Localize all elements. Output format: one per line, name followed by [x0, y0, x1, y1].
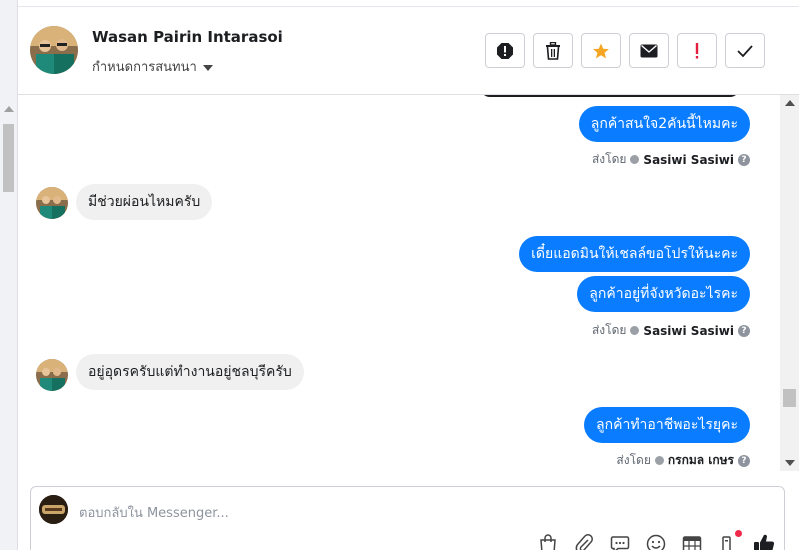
paperclip-icon: [575, 534, 593, 550]
outgoing-message[interactable]: ลูกค้าอยู่ที่จังหวัดอะไรคะ: [577, 276, 750, 312]
sender-name: Sasiwi Sasiwi: [643, 323, 734, 338]
composer-toolbar: [537, 530, 775, 550]
mail-icon: [640, 44, 658, 57]
left-panel-scrollbar[interactable]: [0, 0, 18, 550]
sender-name: Sasiwi Sasiwi: [643, 152, 734, 167]
mark-done-button[interactable]: [725, 33, 765, 68]
card-icon: [722, 536, 731, 550]
chat-bubble-icon: [610, 536, 630, 550]
avatar[interactable]: [30, 26, 78, 74]
outgoing-message[interactable]: ลูกค้าสนใจ2คันนี้ไหมคะ: [578, 106, 750, 142]
outgoing-message[interactable]: ลูกค้าทำอาชีพอะไรยุคะ: [584, 407, 750, 443]
mark-unread-button[interactable]: [629, 33, 669, 68]
mark-spam-button[interactable]: [485, 33, 525, 68]
shop-bag-button[interactable]: [537, 533, 559, 550]
delete-button[interactable]: [533, 33, 573, 68]
scrollbar-thumb[interactable]: [3, 124, 14, 192]
attach-button[interactable]: [573, 533, 595, 550]
assign-conversation-dropdown[interactable]: กำหนดการสนทนา: [92, 56, 213, 77]
saved-replies-button[interactable]: [609, 533, 631, 550]
sent-by-label: ส่งโดย: [616, 453, 651, 467]
incoming-message[interactable]: อยู่อุดรครับแต่ทำงานอยู่ชลบุรีครับ: [76, 354, 304, 390]
flag-important-button[interactable]: [677, 33, 717, 68]
reply-composer[interactable]: ตอบกลับใน Messenger...: [30, 486, 785, 550]
help-icon[interactable]: ?: [738, 153, 750, 166]
sent-by-label: ส่งโดย: [591, 152, 627, 166]
avatar[interactable]: [36, 359, 68, 391]
scroll-up-arrow-icon[interactable]: [785, 100, 795, 106]
sent-by-label: ส่งโดย: [591, 323, 627, 337]
smiley-icon: [646, 534, 666, 550]
exclamation-icon: [695, 42, 699, 58]
sender-status-icon: [630, 326, 640, 335]
notification-dot: [735, 530, 742, 537]
thumbs-up-icon: [754, 534, 775, 550]
outgoing-message[interactable]: เดี๋ยแอดมินให้เชลล์ขอโปรให้นะคะ: [519, 236, 750, 272]
trash-icon: [546, 41, 560, 60]
star-icon: [593, 43, 609, 58]
contact-name[interactable]: Wasan Pairin Intarasoi: [92, 28, 283, 46]
message-scrollbar[interactable]: [780, 95, 799, 471]
spam-icon: [497, 42, 513, 59]
help-icon[interactable]: ?: [738, 454, 750, 467]
sent-by-info: ส่งโดย Sasiwi Sasiwi ?: [592, 321, 750, 340]
sender-status-icon: [654, 456, 664, 465]
sender-status-icon: [630, 155, 640, 164]
scrollbar-thumb[interactable]: [783, 389, 796, 407]
sender-name: กรกมล เกษร: [667, 453, 734, 467]
like-button[interactable]: [753, 533, 775, 550]
appointment-button[interactable]: [681, 533, 703, 550]
message-bubble-partial: [480, 95, 740, 97]
caret-down-icon: [202, 64, 213, 71]
sent-by-info: ส่งโดย กรกมล เกษร ?: [616, 451, 750, 470]
reply-input[interactable]: ตอบกลับใน Messenger...: [79, 502, 229, 523]
help-icon[interactable]: ?: [738, 324, 750, 337]
page-avatar: [39, 495, 68, 524]
avatar[interactable]: [36, 187, 68, 219]
incoming-message[interactable]: มีช่วยผ่อนไหมครับ: [76, 184, 213, 220]
payment-button[interactable]: [717, 530, 742, 550]
shopping-bag-icon: [540, 534, 556, 550]
scroll-down-arrow-icon[interactable]: [785, 460, 795, 466]
assign-conversation-label: กำหนดการสนทนา: [92, 60, 197, 75]
message-thread[interactable]: ลูกค้าสนใจ2คันนี้ไหมคะ ส่งโดย Sasiwi Sas…: [18, 95, 780, 471]
check-icon: [737, 44, 753, 57]
emoji-button[interactable]: [645, 533, 667, 550]
calendar-icon: [682, 536, 702, 550]
star-button[interactable]: [581, 33, 621, 68]
sent-by-info: ส่งโดย Sasiwi Sasiwi ?: [592, 150, 750, 169]
conversation-header: Wasan Pairin Intarasoi กำหนดการสนทนา: [18, 7, 799, 95]
scroll-up-arrow-icon[interactable]: [4, 106, 14, 112]
header-toolbar: [485, 33, 765, 68]
